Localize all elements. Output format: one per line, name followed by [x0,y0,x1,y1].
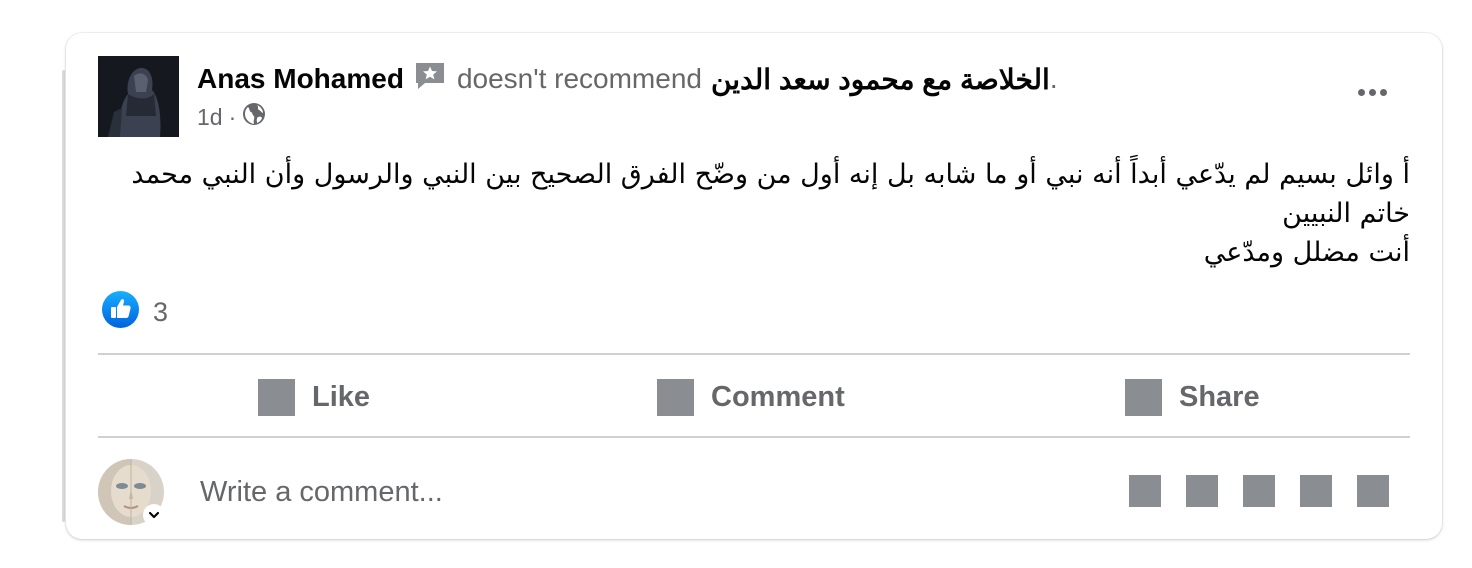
comment-label: Comment [711,380,845,413]
sticker-icon[interactable] [1300,475,1332,507]
gif-icon[interactable] [1243,475,1275,507]
page-name-link[interactable]: الخلاصة مع محمود سعد الدين [711,63,1050,96]
author-name[interactable]: Anas Mohamed [197,63,404,95]
post-body-line: خاتم النبيين [1282,198,1410,229]
post-body-line: أنت مضلل ومدّعي [1203,237,1410,268]
post-timestamp[interactable]: 1d [197,104,223,131]
card-edge-shadow [62,70,65,522]
header-period: . [1049,63,1058,94]
review-star-icon [413,60,447,99]
post-card: Anas Mohamed doesn't recommend الخلاصة م… [66,33,1442,539]
like-label: Like [312,380,371,413]
like-icon [258,378,295,416]
reactions-divider [98,353,1410,355]
share-button[interactable]: Share [1125,373,1260,421]
comment-input[interactable] [186,469,1014,515]
camera-icon[interactable] [1186,475,1218,507]
share-label: Share [1179,380,1260,413]
commenter-avatar[interactable] [98,459,165,526]
post-header: Anas Mohamed doesn't recommend الخلاصة م… [197,59,1058,99]
actions-divider [98,436,1410,438]
reactions-summary[interactable]: 3 [102,291,169,333]
share-icon [1125,378,1162,416]
more-options-button[interactable] [1352,79,1392,105]
avatar-sticker-icon[interactable] [1357,475,1389,507]
globe-icon [242,102,266,132]
reaction-count: 3 [153,296,169,327]
chevron-down-icon[interactable] [143,504,165,526]
like-button[interactable]: Like [258,373,370,421]
comment-button[interactable]: Comment [657,373,845,421]
emoji-icon[interactable] [1129,475,1161,507]
author-avatar[interactable] [98,56,179,137]
recommendation-verb: doesn't recommend [456,63,702,94]
like-reaction-icon [102,291,139,333]
comment-icon [657,378,694,416]
more-dot [1357,88,1365,96]
post-meta: 1d · [197,101,266,133]
more-dot [1379,88,1387,96]
post-body-line: أ وائل بسيم لم يدّعي أبداً أنه نبي أو ما… [131,159,1410,190]
comment-tools [1129,475,1389,507]
post-body: أ وائل بسيم لم يدّعي أبداً أنه نبي أو ما… [100,155,1410,272]
meta-separator: · [228,103,237,130]
more-dot [1368,88,1376,96]
